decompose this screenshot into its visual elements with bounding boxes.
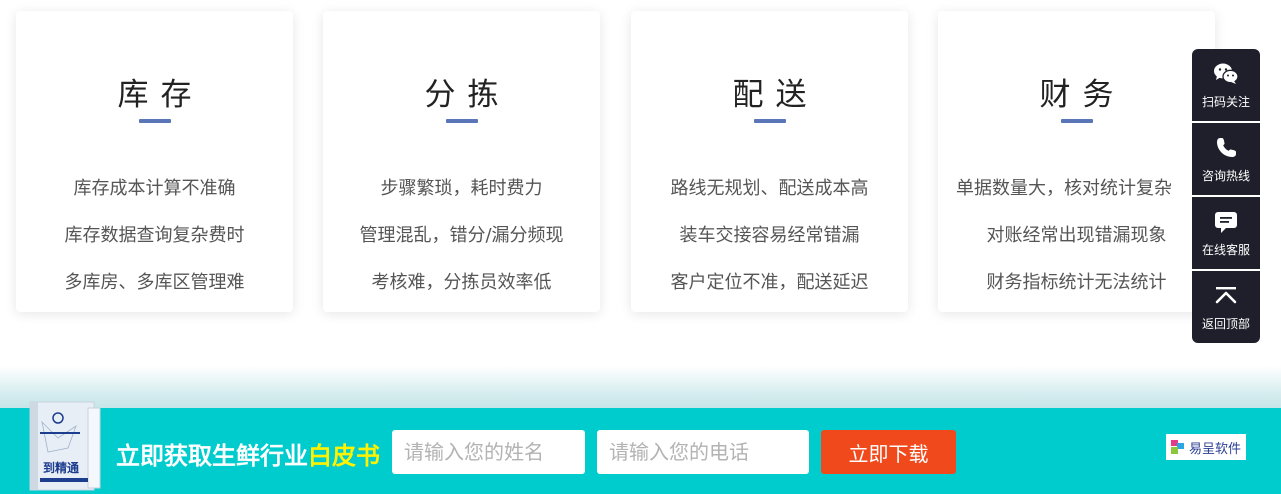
card-title: 分拣: [424, 77, 511, 113]
side-toolbar: 扫码关注 咨询热线 在线客服 返回顶部: [1192, 49, 1260, 343]
card-line: 库存数据查询复杂费时: [64, 225, 245, 246]
card-accent-bar: [1060, 119, 1093, 123]
card-line: 管理混乱，错分/漏分频现: [359, 225, 564, 246]
side-item-label: 扫码关注: [1201, 94, 1250, 109]
download-button[interactable]: 立即下载: [821, 430, 956, 474]
chat-icon: [1215, 211, 1237, 233]
brand-logo-mark: [1171, 440, 1184, 454]
side-item-wechat[interactable]: 扫码关注: [1192, 49, 1260, 121]
card-line: 步骤繁琐，耗时费力: [380, 178, 543, 199]
card-accent-bar: [445, 119, 478, 123]
card-title: 库存: [117, 77, 204, 113]
brand-logo-text: 易呈软件: [1189, 441, 1242, 457]
card-finance: 财务 单据数量大，核对统计复杂 对账经常出现错漏现象 财务指标统计无法统计: [938, 11, 1215, 312]
card-line: 客户定位不准，配送延迟: [670, 272, 869, 293]
phone-icon: [1217, 137, 1236, 157]
card-line: 路线无规划、配送成本高: [670, 178, 869, 199]
card-line: 库存成本计算不准确: [73, 178, 236, 199]
card-title: 财务: [1039, 77, 1126, 113]
side-item-label: 返回顶部: [1201, 316, 1250, 331]
brand-logo[interactable]: 易呈软件: [1166, 434, 1246, 460]
side-item-hotline[interactable]: 咨询热线: [1192, 123, 1260, 195]
card-inventory: 库存 库存成本计算不准确 库存数据查询复杂费时 多库房、多库区管理难: [16, 11, 293, 312]
side-item-online-service[interactable]: 在线客服: [1192, 197, 1260, 269]
headline-prefix: 立即获取生鲜行业: [116, 442, 308, 470]
headline-highlight: 白皮书: [308, 442, 380, 470]
card-line: 单据数量大，核对统计复杂: [956, 178, 1172, 199]
card-line: 对账经常出现错漏现象: [986, 225, 1167, 246]
card-line: 装车交接容易经常错漏: [679, 225, 860, 246]
banner-headline: 立即获取生鲜行业白皮书: [116, 436, 380, 471]
card-accent-bar: [138, 119, 171, 123]
book-title: 到精通: [43, 460, 79, 475]
name-input[interactable]: [392, 430, 585, 474]
phone-input[interactable]: [597, 430, 809, 474]
card-delivery: 配送 路线无规划、配送成本高 装车交接容易经常错漏 客户定位不准，配送延迟: [631, 11, 908, 312]
back-to-top-icon: [1215, 286, 1237, 303]
side-item-label: 在线客服: [1201, 242, 1250, 257]
card-line: 考核难，分拣员效率低: [371, 272, 552, 293]
side-item-back-to-top[interactable]: 返回顶部: [1192, 271, 1260, 343]
card-sorting: 分拣 步骤繁琐，耗时费力 管理混乱，错分/漏分频现 考核难，分拣员效率低: [323, 11, 600, 312]
side-item-label: 咨询热线: [1201, 168, 1250, 183]
card-accent-bar: [753, 119, 786, 123]
whitepaper-book-image: 到精通: [29, 401, 101, 491]
wechat-icon: [1214, 63, 1239, 84]
banner-fade: [0, 366, 1281, 408]
card-title: 配送: [732, 77, 819, 113]
card-line: 多库房、多库区管理难: [64, 272, 245, 293]
card-line: 财务指标统计无法统计: [986, 272, 1167, 293]
